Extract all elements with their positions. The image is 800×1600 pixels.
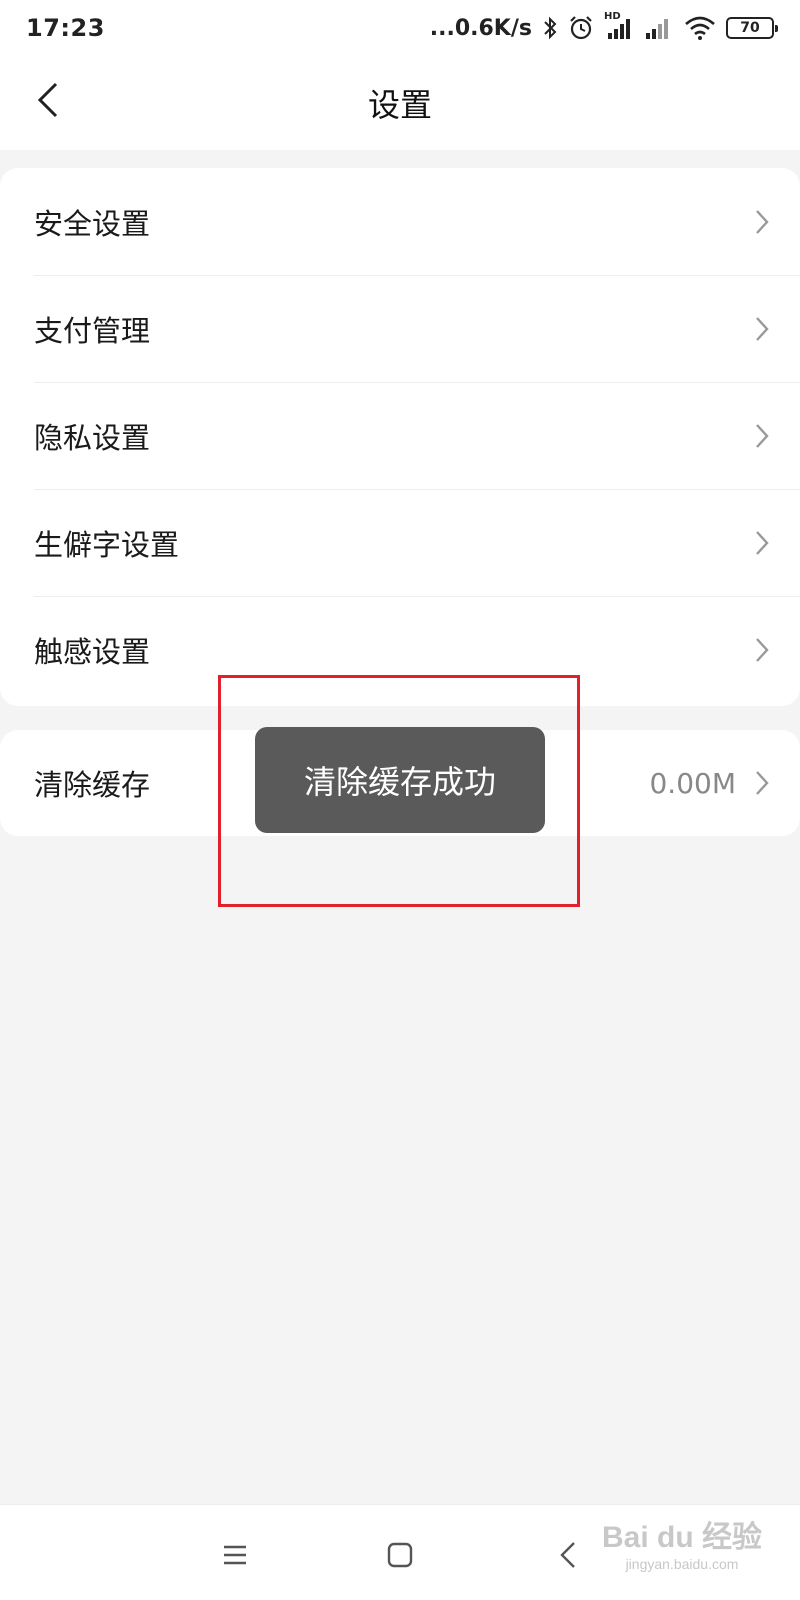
status-bar: 17:23 ...0.6K/s HD 70 bbox=[0, 0, 800, 56]
chevron-right-icon bbox=[756, 530, 769, 555]
back-icon bbox=[560, 1542, 575, 1568]
settings-group-main: 安全设置 支付管理 隐私设置 生僻字设置 触感设置 bbox=[0, 168, 800, 706]
annotation-highlight-box bbox=[218, 675, 580, 907]
menu-icon bbox=[224, 1545, 246, 1565]
settings-item-privacy[interactable]: 隐私设置 bbox=[0, 382, 800, 489]
network-speed: ...0.6K/s bbox=[429, 15, 532, 41]
chevron-right-icon bbox=[756, 423, 769, 448]
battery-icon: 70 bbox=[726, 17, 778, 39]
signal-icon bbox=[646, 19, 668, 39]
signal-hd-icon: HD bbox=[604, 11, 634, 41]
settings-item-label: 支付管理 bbox=[34, 313, 151, 348]
chevron-right-icon bbox=[756, 209, 769, 234]
page-title: 设置 bbox=[367, 86, 432, 124]
settings-item-payment[interactable]: 支付管理 bbox=[0, 275, 800, 382]
wifi-icon bbox=[685, 16, 715, 40]
cache-size-value: 0.00M bbox=[649, 766, 736, 800]
watermark-url: jingyan.baidu.com bbox=[625, 1556, 739, 1572]
watermark: Bai du 经验 jingyan.baidu.com bbox=[602, 1512, 762, 1572]
status-time: 17:23 bbox=[26, 14, 105, 42]
settings-item-label: 隐私设置 bbox=[34, 420, 151, 455]
chevron-right-icon bbox=[756, 771, 769, 795]
watermark-logo: Bai du 经验 bbox=[601, 1521, 762, 1554]
settings-item-label: 安全设置 bbox=[34, 206, 151, 241]
nav-home-button[interactable] bbox=[380, 1535, 420, 1575]
settings-item-security[interactable]: 安全设置 bbox=[0, 168, 800, 275]
nav-back-button[interactable] bbox=[548, 1535, 588, 1575]
settings-item-label: 生僻字设置 bbox=[34, 527, 180, 562]
alarm-icon bbox=[570, 16, 592, 40]
status-icons: ...0.6K/s HD 70 bbox=[429, 11, 778, 41]
settings-item-label: 触感设置 bbox=[34, 634, 151, 669]
bluetooth-icon bbox=[544, 16, 557, 40]
nav-menu-button[interactable] bbox=[215, 1535, 255, 1575]
settings-item-rare-characters[interactable]: 生僻字设置 bbox=[0, 489, 800, 596]
chevron-right-icon bbox=[756, 637, 769, 662]
header: 设置 bbox=[0, 56, 800, 150]
home-icon bbox=[387, 1542, 413, 1568]
chevron-right-icon bbox=[756, 316, 769, 341]
